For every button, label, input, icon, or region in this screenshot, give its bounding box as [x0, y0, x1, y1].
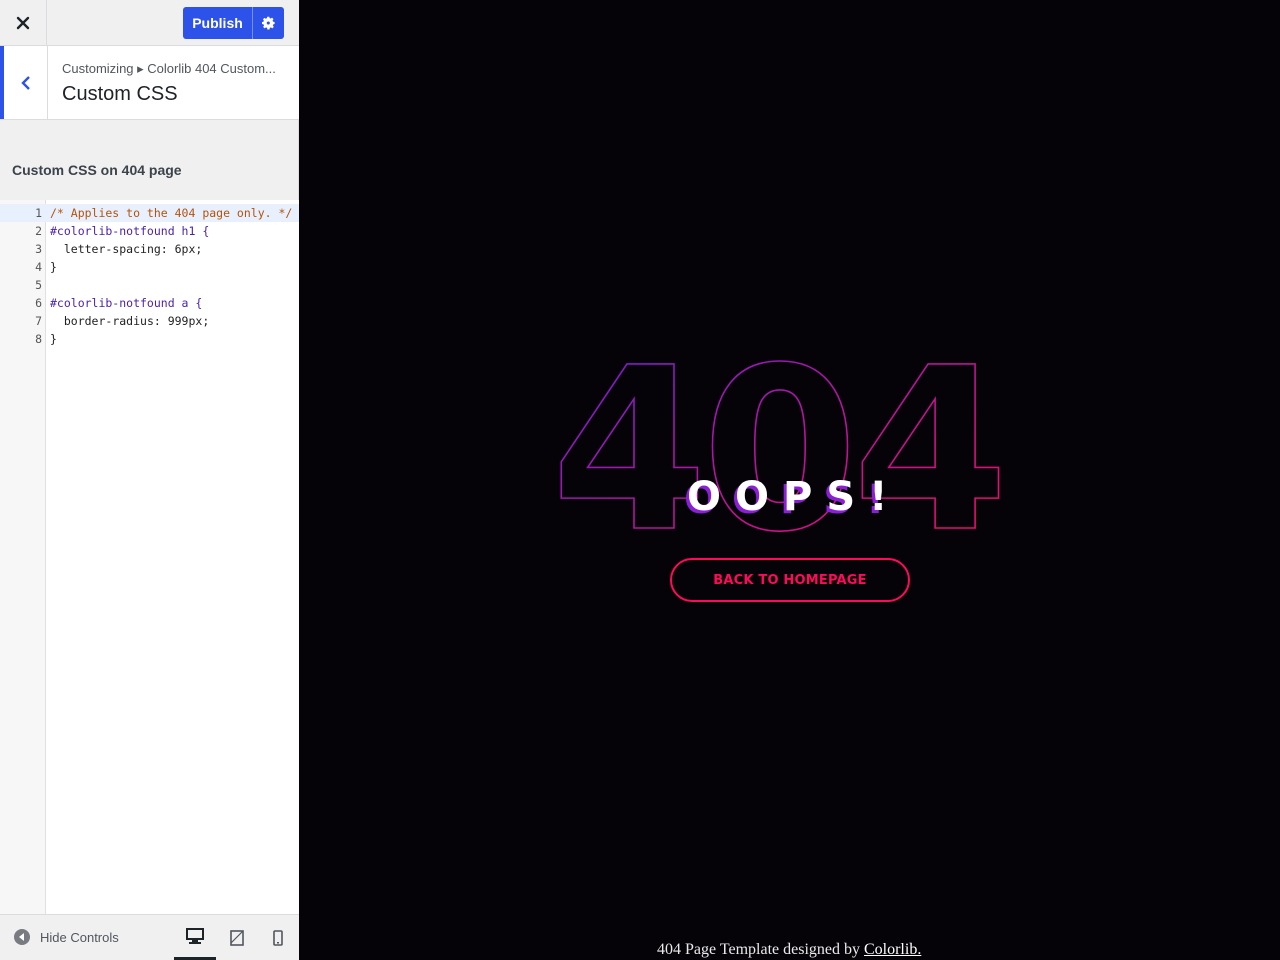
desktop-icon: [186, 928, 204, 944]
code-line[interactable]: 2 #colorlib-notfound h1 {: [0, 222, 299, 240]
publish-button[interactable]: Publish: [183, 7, 253, 39]
code-line[interactable]: 8 }: [0, 330, 299, 348]
customizer-footer: Hide Controls: [0, 914, 299, 960]
close-button[interactable]: [0, 0, 47, 45]
colorlib-link[interactable]: Colorlib.: [864, 941, 921, 958]
preview-desktop-button[interactable]: [174, 915, 216, 960]
line-number: 8: [35, 332, 42, 346]
line-number: 2: [35, 224, 42, 238]
site-preview: 404 OOPS! BACK TO HOMEPAGE 404 Page Temp…: [300, 0, 1280, 960]
custom-css-label: Custom CSS on 404 page: [12, 162, 182, 178]
big-404-text: 404: [551, 320, 1003, 582]
code-line[interactable]: 6 #colorlib-notfound a {: [0, 294, 299, 312]
code-area[interactable]: 1 /* Applies to the 404 page only. */ 2 …: [0, 204, 299, 348]
line-number: 6: [35, 296, 42, 310]
customizer-header: Publish: [0, 0, 299, 46]
code-text: border-radius: 999px;: [50, 314, 210, 328]
line-number: 7: [35, 314, 42, 328]
collapse-arrow-icon: [14, 929, 30, 945]
back-button[interactable]: [0, 46, 48, 119]
code-line[interactable]: 1 /* Applies to the 404 page only. */: [0, 204, 299, 222]
css-code-editor[interactable]: 1 /* Applies to the 404 page only. */ 2 …: [0, 200, 299, 914]
credit-text: 404 Page Template designed by: [657, 941, 864, 958]
line-number: 4: [35, 260, 42, 274]
back-to-homepage-button[interactable]: BACK TO HOMEPAGE: [670, 558, 910, 602]
code-line[interactable]: 3 letter-spacing: 6px;: [0, 240, 299, 258]
chevron-left-icon: [20, 75, 30, 90]
customizer-sidebar: Publish Customizing ▸ Colorlib 404 Custo…: [0, 0, 299, 960]
preview-mobile-button[interactable]: [257, 915, 299, 960]
code-line[interactable]: 5: [0, 276, 299, 294]
tablet-icon: [230, 929, 244, 946]
code-line[interactable]: 4 }: [0, 258, 299, 276]
code-text: /* Applies to the 404 page only. */: [50, 206, 293, 220]
code-text: }: [50, 332, 57, 346]
line-number: 5: [35, 278, 42, 292]
section-title: Custom CSS: [62, 83, 178, 105]
code-line[interactable]: 7 border-radius: 999px;: [0, 312, 299, 330]
code-text: letter-spacing: 6px;: [50, 242, 203, 256]
line-number: 3: [35, 242, 42, 256]
hide-controls-button[interactable]: Hide Controls: [14, 929, 119, 945]
publish-settings-button[interactable]: [253, 7, 284, 39]
code-text: #colorlib-notfound a {: [50, 296, 203, 310]
oops-heading: OOPS!: [687, 474, 902, 520]
mobile-icon: [273, 929, 283, 946]
preview-tablet-button[interactable]: [216, 915, 258, 960]
gear-icon: [261, 16, 275, 30]
hide-controls-label: Hide Controls: [40, 929, 119, 945]
publish-group: Publish: [183, 7, 284, 39]
code-text: }: [50, 260, 57, 274]
close-icon: [16, 16, 30, 29]
breadcrumb: Customizing ▸ Colorlib 404 Custom...: [62, 61, 276, 76]
code-text: #colorlib-notfound h1 {: [50, 224, 210, 238]
section-header: Customizing ▸ Colorlib 404 Custom... Cus…: [0, 46, 299, 120]
footer-credit: 404 Page Template designed by Colorlib.: [657, 941, 921, 959]
line-number: 1: [35, 206, 42, 220]
